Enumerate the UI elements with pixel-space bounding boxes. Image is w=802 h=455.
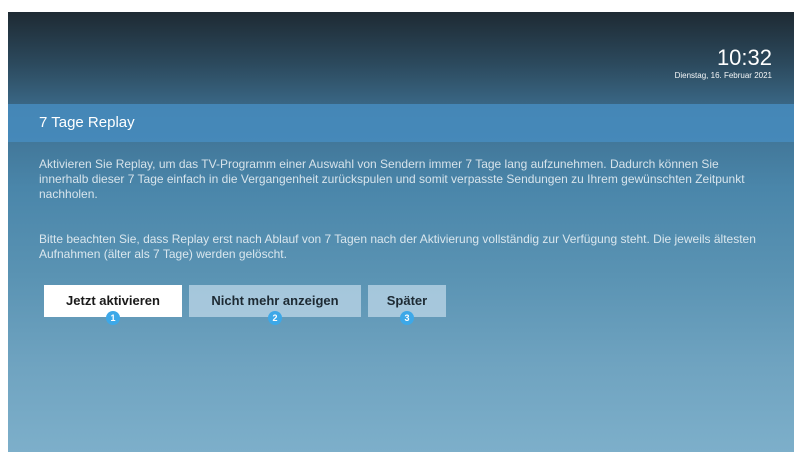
marker-3: 3 bbox=[400, 311, 414, 325]
marker-2: 2 bbox=[268, 311, 282, 325]
clock-time: 10:32 bbox=[716, 45, 772, 70]
later-button-wrap: Später 3 bbox=[368, 285, 446, 325]
tv-screen: 10:32 Dienstag, 16. Februar 2021 7 Tage … bbox=[8, 12, 794, 452]
dialog-title: 7 Tage Replay bbox=[39, 114, 135, 131]
dont-show-button-wrap: Nicht mehr anzeigen 2 bbox=[189, 285, 361, 325]
clock: 10:32 Dienstag, 16. Februar 2021 bbox=[675, 46, 772, 82]
clock-date: Dienstag, 16. Februar 2021 bbox=[674, 71, 772, 80]
dialog-paragraph-2: Bitte beachten Sie, dass Replay erst nac… bbox=[39, 232, 756, 261]
dialog-paragraph-1: Aktivieren Sie Replay, um das TV-Program… bbox=[39, 157, 745, 201]
marker-1: 1 bbox=[106, 311, 120, 325]
activate-button-wrap: Jetzt aktivieren 1 bbox=[44, 285, 182, 325]
dialog-title-bar: 7 Tage Replay bbox=[8, 104, 794, 142]
